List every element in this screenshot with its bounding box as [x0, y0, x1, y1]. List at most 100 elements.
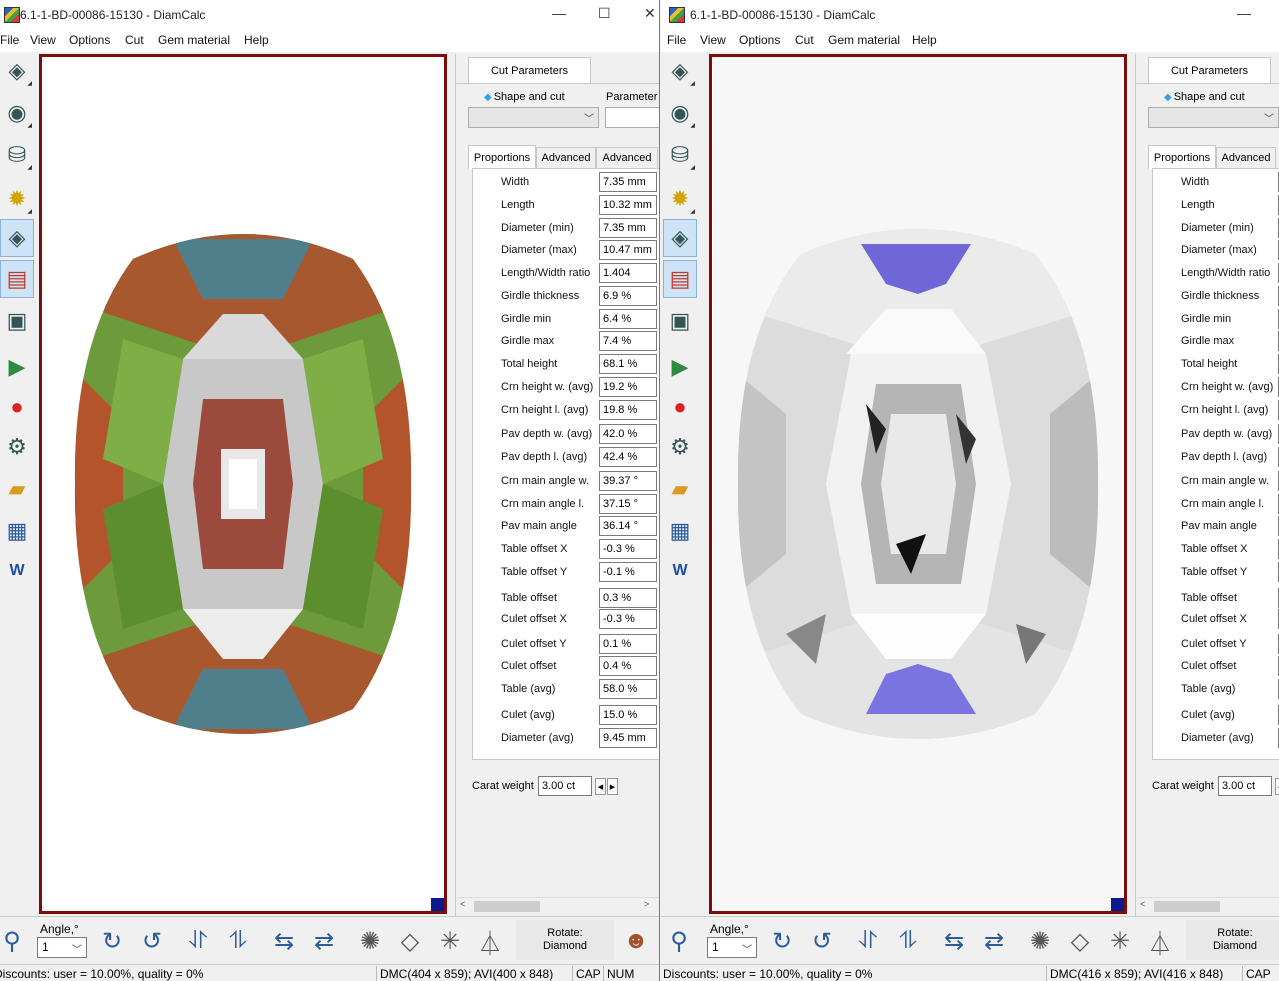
- scroll-right-icon[interactable]: >: [644, 899, 649, 909]
- panel-horizontal-scrollbar[interactable]: < >: [456, 897, 659, 914]
- menu-cut[interactable]: Cut: [795, 33, 814, 47]
- spectrum-button[interactable]: ▤: [0, 260, 34, 298]
- diamond-view-button[interactable]: ◈ ◢: [663, 52, 697, 90]
- menu-view[interactable]: View: [30, 33, 56, 47]
- user-rotate-button[interactable]: ☻: [618, 922, 654, 960]
- diamond-settings-button[interactable]: ⚙: [0, 428, 34, 466]
- bottom-view-button[interactable]: ✳: [1102, 922, 1138, 960]
- menu-help[interactable]: Help: [244, 33, 269, 47]
- save-button[interactable]: ▦: [0, 512, 34, 550]
- report-button[interactable]: ▣: [663, 302, 697, 340]
- top-view-button[interactable]: ✺: [352, 922, 388, 960]
- zoom-button[interactable]: ⚲: [0, 922, 30, 960]
- scroll-thumb[interactable]: [474, 901, 540, 912]
- carat-weight-input[interactable]: 3.00 ct: [538, 776, 592, 796]
- proportion-value-input[interactable]: 37.15 °: [599, 494, 657, 514]
- proportion-value-input[interactable]: 6.4 %: [599, 309, 657, 329]
- minimize-button[interactable]: —: [1237, 5, 1251, 21]
- gem-viewport[interactable]: [39, 54, 447, 914]
- proportion-value-input[interactable]: 42.0 %: [599, 424, 657, 444]
- panel-horizontal-scrollbar[interactable]: <: [1136, 897, 1279, 914]
- proportion-value-input[interactable]: 10.32 mm: [599, 195, 657, 215]
- proportion-value-input[interactable]: 9.45 mm: [599, 728, 657, 748]
- video-record-button[interactable]: ●: [663, 388, 697, 426]
- side-view-button[interactable]: ◇: [1062, 922, 1098, 960]
- menu-gem-material[interactable]: Gem material: [158, 33, 230, 47]
- menu-help[interactable]: Help: [912, 33, 937, 47]
- proportion-value-input[interactable]: 19.2 %: [599, 377, 657, 397]
- scroll-left-icon[interactable]: <: [460, 899, 465, 909]
- menu-cut[interactable]: Cut: [125, 33, 144, 47]
- scroll-left-icon[interactable]: <: [1140, 899, 1145, 909]
- flip-horizontal-alt-button[interactable]: ⇄: [976, 922, 1012, 960]
- zoom-button[interactable]: ⚲: [661, 922, 697, 960]
- carat-decrease-button[interactable]: ◀: [1275, 778, 1279, 795]
- paint-bucket-button[interactable]: ⛁ ◢: [0, 136, 34, 174]
- tab-proportions[interactable]: Proportions: [1148, 145, 1216, 169]
- proportion-value-input[interactable]: 6.9 %: [599, 286, 657, 306]
- rotate-ccw-button[interactable]: ↺: [134, 922, 170, 960]
- tab-advanced-2[interactable]: Advanced: [596, 147, 658, 168]
- proportion-value-input[interactable]: 0.3 %: [599, 588, 657, 608]
- proportion-value-input[interactable]: 36.14 °: [599, 516, 657, 536]
- proportion-value-input[interactable]: 42.4 %: [599, 447, 657, 467]
- proportion-value-input[interactable]: 58.0 %: [599, 679, 657, 699]
- proportion-value-input[interactable]: 68.1 %: [599, 354, 657, 374]
- flip-horizontal-button[interactable]: ⇆: [266, 922, 302, 960]
- light-bulb-button[interactable]: ✹ ◢: [663, 180, 697, 218]
- carat-increase-button[interactable]: ▶: [607, 778, 618, 795]
- proportion-value-input[interactable]: -0.3 %: [599, 539, 657, 559]
- rotate-mode-box[interactable]: Rotate: Diamond: [516, 920, 614, 960]
- proportion-value-input[interactable]: 0.4 %: [599, 656, 657, 676]
- word-export-button[interactable]: W: [663, 552, 697, 590]
- proportion-value-input[interactable]: 7.35 mm: [599, 172, 657, 192]
- save-button[interactable]: ▦: [663, 512, 697, 550]
- profile-view-button[interactable]: ⏃: [472, 922, 508, 960]
- flip-vertical-button[interactable]: ⥯: [850, 922, 886, 960]
- diamond-render-button[interactable]: ◈: [663, 219, 697, 257]
- proportion-value-input[interactable]: 1.404: [599, 263, 657, 283]
- bottom-view-button[interactable]: ✳: [432, 922, 468, 960]
- side-view-button[interactable]: ◇: [392, 922, 428, 960]
- gem-viewport[interactable]: [709, 54, 1127, 914]
- paint-bucket-button[interactable]: ⛁ ◢: [663, 136, 697, 174]
- diamond-view-button[interactable]: ◈ ◢: [0, 52, 34, 90]
- top-view-button[interactable]: ✺: [1022, 922, 1058, 960]
- tab-advanced-1[interactable]: Advanced: [536, 147, 596, 168]
- profile-view-button[interactable]: ⏃: [1142, 922, 1178, 960]
- menu-options[interactable]: Options: [739, 33, 780, 47]
- proportion-value-input[interactable]: 39.37 °: [599, 471, 657, 491]
- open-folder-button[interactable]: ▰: [0, 470, 34, 508]
- diamond-settings-button[interactable]: ⚙: [663, 428, 697, 466]
- flip-vertical-button[interactable]: ⥯: [180, 922, 216, 960]
- parameter-select[interactable]: [605, 107, 659, 128]
- carat-decrease-button[interactable]: ◀: [595, 778, 606, 795]
- diamond-render-button[interactable]: ◈: [0, 219, 34, 257]
- spectrum-button[interactable]: ▤: [663, 260, 697, 298]
- flip-vertical-alt-button[interactable]: ⥮: [890, 922, 926, 960]
- proportion-value-input[interactable]: 0.1 %: [599, 634, 657, 654]
- light-bulb-button[interactable]: ✹ ◢: [0, 180, 34, 218]
- proportion-value-input[interactable]: 7.35 mm: [599, 218, 657, 238]
- tab-cut-parameters[interactable]: Cut Parameters: [468, 57, 591, 84]
- maximize-button[interactable]: ☐: [598, 5, 611, 22]
- proportion-value-input[interactable]: -0.3 %: [599, 609, 657, 629]
- shape-and-cut-select[interactable]: ﹀: [1148, 107, 1279, 128]
- flip-horizontal-alt-button[interactable]: ⇄: [306, 922, 342, 960]
- video-record-button[interactable]: ●: [0, 388, 34, 426]
- rotate-cw-button[interactable]: ↻: [764, 922, 800, 960]
- tab-cut-parameters[interactable]: Cut Parameters: [1148, 57, 1271, 84]
- video-play-button[interactable]: ▶: [0, 348, 34, 386]
- rotate-ccw-button[interactable]: ↺: [804, 922, 840, 960]
- rotate-cw-button[interactable]: ↻: [94, 922, 130, 960]
- tab-proportions[interactable]: Proportions: [468, 145, 536, 169]
- proportion-value-input[interactable]: 7.4 %: [599, 331, 657, 351]
- menu-file[interactable]: File: [667, 33, 686, 47]
- word-export-button[interactable]: W: [0, 552, 34, 590]
- report-button[interactable]: ▣: [0, 302, 34, 340]
- rotate-mode-box[interactable]: Rotate: Diamond: [1186, 920, 1279, 960]
- proportion-value-input[interactable]: -0.1 %: [599, 562, 657, 582]
- proportion-value-input[interactable]: 15.0 %: [599, 705, 657, 725]
- menu-file[interactable]: File: [0, 33, 19, 47]
- tab-advanced-1[interactable]: Advanced: [1216, 147, 1276, 168]
